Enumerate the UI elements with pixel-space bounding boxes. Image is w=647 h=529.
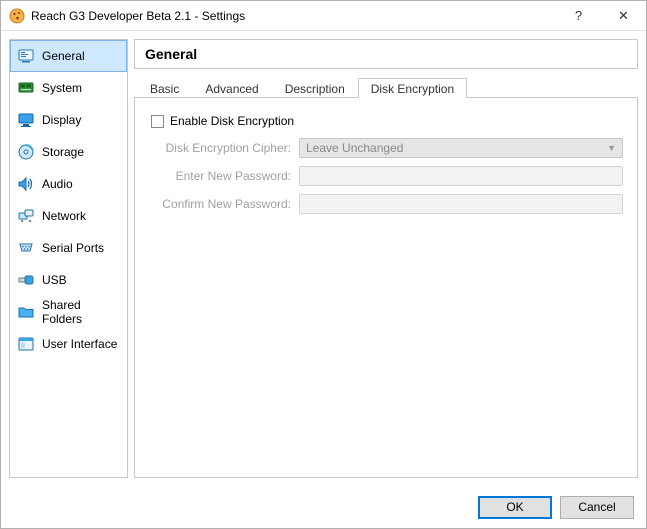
sidebar-item-label: Serial Ports (42, 241, 104, 255)
cancel-button[interactable]: Cancel (560, 496, 634, 519)
sidebar-item-label: Network (42, 209, 86, 223)
confirm-password-input (299, 194, 623, 214)
sidebar-item-label: USB (42, 273, 67, 287)
tab-basic[interactable]: Basic (137, 78, 192, 98)
tabbar: Basic Advanced Description Disk Encrypti… (134, 75, 638, 97)
cipher-select: Leave Unchanged ▼ (299, 138, 623, 158)
sidebar-item-general[interactable]: General (10, 40, 127, 72)
chevron-down-icon: ▼ (607, 143, 616, 153)
close-button[interactable]: ✕ (601, 1, 646, 30)
sidebar: General System (9, 39, 128, 478)
sidebar-item-network[interactable]: Network (10, 200, 127, 232)
help-button[interactable]: ? (556, 1, 601, 30)
window-title: Reach G3 Developer Beta 2.1 - Settings (31, 9, 556, 23)
sidebar-item-usb[interactable]: USB (10, 264, 127, 296)
sidebar-item-label: Shared Folders (42, 298, 120, 326)
enable-encryption-checkbox[interactable] (151, 115, 164, 128)
content-area: General System (1, 31, 646, 486)
folder-icon (17, 303, 35, 321)
tab-description[interactable]: Description (272, 78, 358, 98)
system-icon (17, 79, 35, 97)
sidebar-item-label: Storage (42, 145, 84, 159)
sidebar-item-audio[interactable]: Audio (10, 168, 127, 200)
general-icon (17, 47, 35, 65)
display-icon (17, 111, 35, 129)
tab-panel-disk-encryption: Enable Disk Encryption Disk Encryption C… (134, 97, 638, 478)
sidebar-item-label: General (42, 49, 85, 63)
enable-encryption-label: Enable Disk Encryption (170, 114, 294, 128)
main-header: General (134, 39, 638, 69)
confirm-password-label: Confirm New Password: (149, 197, 299, 211)
tab-advanced[interactable]: Advanced (192, 78, 271, 98)
titlebar: Reach G3 Developer Beta 2.1 - Settings ?… (1, 1, 646, 31)
sidebar-item-label: System (42, 81, 82, 95)
tab-disk-encryption[interactable]: Disk Encryption (358, 78, 467, 98)
enable-encryption-row[interactable]: Enable Disk Encryption (151, 114, 623, 128)
main-panel: General Basic Advanced Description Disk … (134, 39, 638, 478)
cipher-value: Leave Unchanged (306, 141, 403, 155)
sidebar-item-shared-folders[interactable]: Shared Folders (10, 296, 127, 328)
sidebar-item-system[interactable]: System (10, 72, 127, 104)
serial-ports-icon (17, 239, 35, 257)
audio-icon (17, 175, 35, 193)
ok-button[interactable]: OK (478, 496, 552, 519)
sidebar-item-user-interface[interactable]: User Interface (10, 328, 127, 360)
page-title: General (145, 46, 197, 62)
usb-icon (17, 271, 35, 289)
new-password-input (299, 166, 623, 186)
network-icon (17, 207, 35, 225)
cipher-label: Disk Encryption Cipher: (149, 141, 299, 155)
sidebar-item-serial-ports[interactable]: Serial Ports (10, 232, 127, 264)
new-password-label: Enter New Password: (149, 169, 299, 183)
storage-icon (17, 143, 35, 161)
sidebar-item-label: Display (42, 113, 81, 127)
sidebar-item-storage[interactable]: Storage (10, 136, 127, 168)
app-icon (9, 8, 25, 24)
button-bar: OK Cancel (1, 486, 646, 528)
sidebar-item-label: User Interface (42, 337, 117, 351)
settings-window: Reach G3 Developer Beta 2.1 - Settings ?… (0, 0, 647, 529)
ui-icon (17, 335, 35, 353)
sidebar-item-display[interactable]: Display (10, 104, 127, 136)
sidebar-item-label: Audio (42, 177, 73, 191)
